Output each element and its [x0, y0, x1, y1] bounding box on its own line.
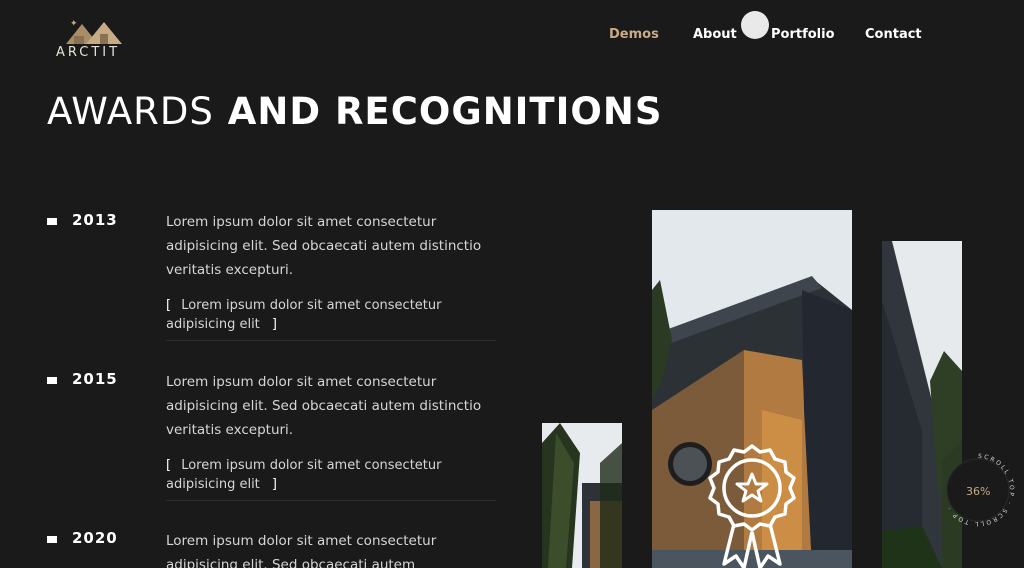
scroll-progress: 36%	[966, 485, 991, 498]
award-description: Lorem ipsum dolor sit amet consectetur a…	[166, 374, 482, 438]
award-quote-text: Lorem ipsum dolor sit amet consectetur a…	[166, 458, 442, 492]
page-title-bold: AND RECOGNITIONS	[227, 90, 663, 133]
scroll-top-button[interactable]: SCROLL TOP · SCROLL TOP · 36%	[941, 452, 1015, 532]
award-year: 2013	[72, 211, 118, 229]
nav-item-about[interactable]: About	[693, 27, 737, 42]
page-title: AWARDS AND RECOGNITIONS	[47, 90, 663, 133]
award-quote: [ Lorem ipsum dolor sit amet consectetur…	[166, 456, 496, 501]
bullet-icon	[47, 536, 57, 543]
quote-close-bracket: ]	[271, 477, 277, 492]
award-year: 2015	[72, 370, 118, 388]
mouse-cursor-follower	[741, 11, 769, 39]
quote-open-bracket: [	[166, 298, 172, 313]
nav-item-demos[interactable]: Demos	[609, 27, 659, 42]
quote-close-bracket: ]	[271, 317, 277, 332]
award-quote: [ Lorem ipsum dolor sit amet consectetur…	[166, 296, 496, 341]
quote-open-bracket: [	[166, 458, 172, 473]
award-ribbon-icon	[708, 444, 796, 568]
brand-name: ARCTIT	[56, 45, 121, 60]
page-title-light: AWARDS	[47, 90, 214, 133]
bullet-icon	[47, 377, 57, 384]
award-year: 2020	[72, 529, 118, 547]
house-photo-small	[542, 423, 622, 568]
award-description: Lorem ipsum dolor sit amet consectetur a…	[166, 214, 482, 278]
house-photo-small-image	[542, 423, 622, 568]
award-item: 2020 Lorem ipsum dolor sit amet consecte…	[0, 529, 520, 568]
award-item: 2013 Lorem ipsum dolor sit amet consecte…	[0, 210, 520, 350]
bullet-icon	[47, 218, 57, 225]
nav-item-contact[interactable]: Contact	[865, 27, 922, 42]
nav-item-portfolio[interactable]: Portfolio	[771, 27, 835, 42]
award-item: 2015 Lorem ipsum dolor sit amet consecte…	[0, 370, 520, 510]
award-quote-text: Lorem ipsum dolor sit amet consectetur a…	[166, 298, 442, 332]
award-description: Lorem ipsum dolor sit amet consectetur a…	[166, 533, 437, 568]
main-nav: Demos About Portfolio Contact	[0, 27, 1024, 47]
